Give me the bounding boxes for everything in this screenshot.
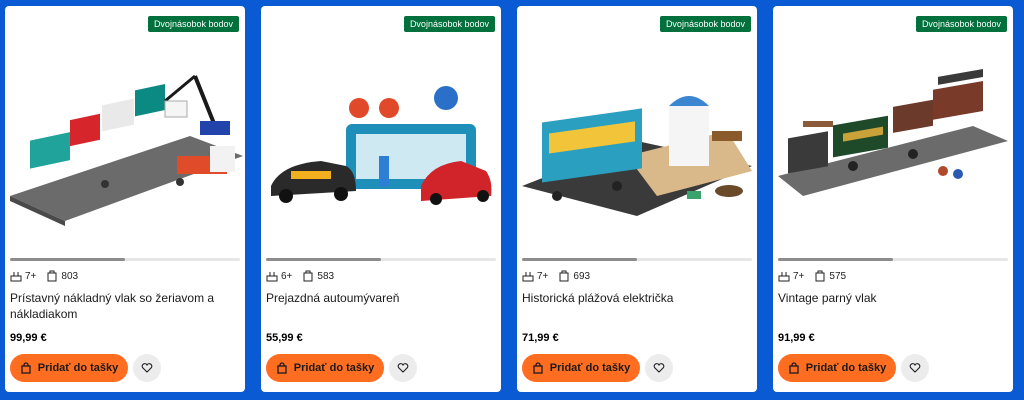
product-price: 71,99 €	[522, 332, 559, 344]
add-to-bag-label: Pridať do tašky	[37, 362, 119, 374]
steam-train-image[interactable]	[773, 46, 1013, 246]
car-wash-image[interactable]	[261, 46, 501, 246]
brick-pieces-icon	[815, 270, 825, 282]
brick-pieces-icon	[303, 270, 313, 282]
wishlist-heart-button[interactable]	[389, 354, 417, 382]
image-carousel-progress	[266, 258, 496, 261]
beach-tram-image[interactable]	[517, 46, 757, 246]
bag-icon	[789, 362, 799, 374]
add-to-bag-label: Pridať do tašky	[805, 362, 887, 374]
double-points-badge: Dvojnásobok bodov	[659, 16, 751, 32]
age-cake-icon	[266, 272, 278, 282]
image-carousel-progress	[10, 258, 240, 261]
product-title[interactable]: Historická plážová električka	[522, 290, 747, 306]
heart-icon	[653, 363, 665, 373]
heart-icon	[909, 363, 921, 373]
age-cake-icon	[522, 272, 534, 282]
wishlist-heart-button[interactable]	[133, 354, 161, 382]
brick-pieces-icon	[47, 270, 57, 282]
product-meta: 6+ 583	[266, 269, 344, 283]
age-rating: 7+	[25, 270, 37, 282]
add-to-bag-button[interactable]: Pridať do tašky	[266, 354, 384, 382]
product-price: 91,99 €	[778, 332, 815, 344]
product-title[interactable]: Prístavný nákladný vlak so žeriavom a ná…	[10, 290, 235, 322]
product-card[interactable]: Dvojnásobok bodov 6+ 583 Prejazdná autou…	[261, 6, 501, 392]
bag-icon	[21, 362, 31, 374]
add-to-bag-label: Pridať do tašky	[293, 362, 375, 374]
product-title[interactable]: Vintage parný vlak	[778, 290, 1003, 306]
double-points-badge: Dvojnásobok bodov	[915, 16, 1007, 32]
add-to-bag-button[interactable]: Pridať do tašky	[522, 354, 640, 382]
bag-icon	[533, 362, 543, 374]
double-points-badge: Dvojnásobok bodov	[403, 16, 495, 32]
add-to-bag-label: Pridať do tašky	[549, 362, 631, 374]
add-to-bag-button[interactable]: Pridať do tašky	[778, 354, 896, 382]
add-to-bag-button[interactable]: Pridať do tašky	[10, 354, 128, 382]
age-rating: 7+	[793, 270, 805, 282]
product-meta: 7+ 803	[10, 269, 88, 283]
wishlist-heart-button[interactable]	[901, 354, 929, 382]
heart-icon	[397, 363, 409, 373]
heart-icon	[141, 363, 153, 373]
piece-count: 693	[573, 270, 591, 282]
bag-icon	[277, 362, 287, 374]
product-price: 55,99 €	[266, 332, 303, 344]
double-points-badge: Dvojnásobok bodov	[147, 16, 239, 32]
product-card[interactable]: Dvojnásobok bodov 7+ 575 Vintage parný v…	[773, 6, 1013, 392]
product-meta: 7+ 693	[522, 269, 600, 283]
wishlist-heart-button[interactable]	[645, 354, 673, 382]
product-card[interactable]: Dvojnásobok bodov 7+ 693 Historická pláž…	[517, 6, 757, 392]
age-rating: 7+	[537, 270, 549, 282]
freight-train-image[interactable]	[5, 46, 245, 246]
piece-count: 575	[829, 270, 847, 282]
piece-count: 583	[317, 270, 335, 282]
image-carousel-progress	[778, 258, 1008, 261]
product-title[interactable]: Prejazdná autoumývareň	[266, 290, 491, 306]
product-meta: 7+ 575	[778, 269, 856, 283]
age-cake-icon	[778, 272, 790, 282]
piece-count: 803	[61, 270, 79, 282]
brick-pieces-icon	[559, 270, 569, 282]
product-price: 99,99 €	[10, 332, 47, 344]
image-carousel-progress	[522, 258, 752, 261]
age-cake-icon	[10, 272, 22, 282]
product-card[interactable]: Dvojnásobok bodov 7+ 803 Prístavný nákla…	[5, 6, 245, 392]
age-rating: 6+	[281, 270, 293, 282]
